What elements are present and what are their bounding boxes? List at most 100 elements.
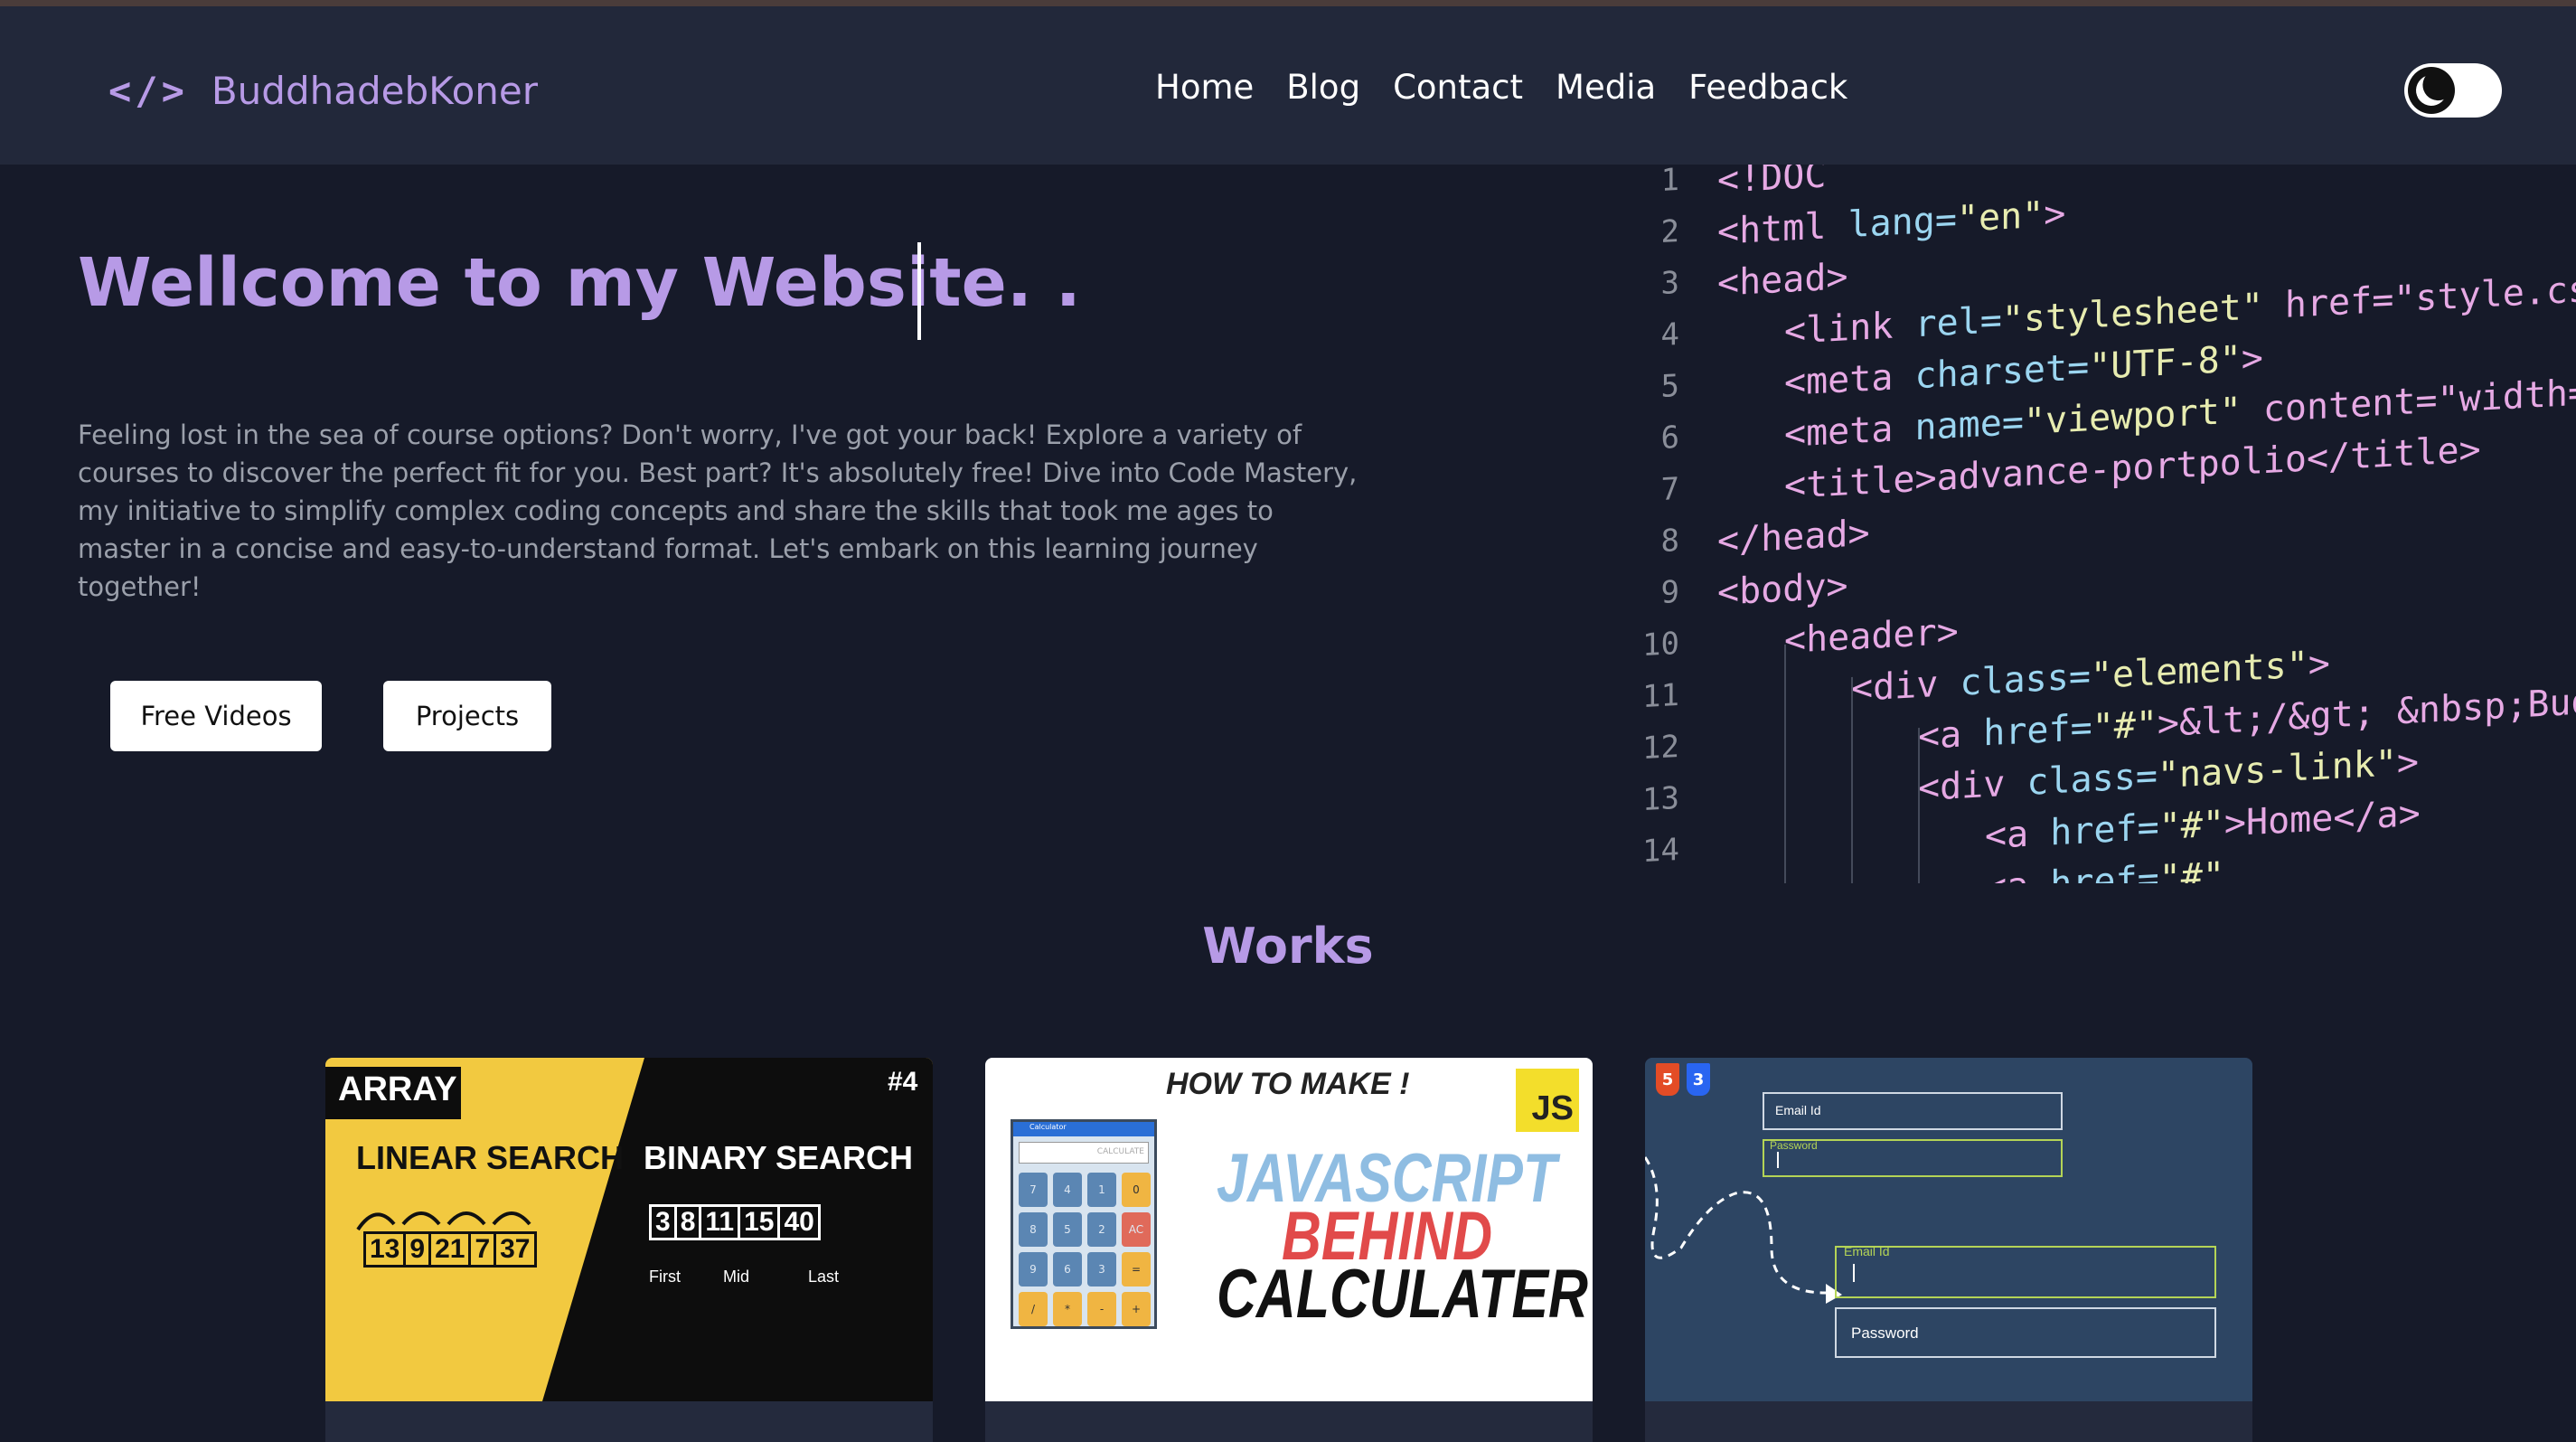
work-card-login-form[interactable]: 5 3 Email Id Password Email Id Password — [1645, 1058, 2252, 1442]
code-text: <header> — [1784, 611, 1959, 662]
calculator-keys: 7 4 1 0 8 5 2 AC 9 6 3 = / * - + — [1019, 1173, 1151, 1326]
calc-key: 4 — [1053, 1173, 1082, 1207]
js-logo-icon: JS — [1516, 1069, 1579, 1132]
linear-search-label: LINEAR SEARCH — [356, 1139, 625, 1176]
work-card-js-calculator[interactable]: HOW TO MAKE ! JS JAVASCRIPT BEHIND CALCU… — [985, 1058, 1593, 1442]
code-token-tag: <a — [1985, 863, 2050, 883]
how-to-make-text: HOW TO MAKE ! — [1166, 1067, 1410, 1101]
calculator-image: Calculator CALCULATE 7 4 1 0 8 5 2 AC 9 … — [1011, 1119, 1157, 1329]
email-field-1: Email Id — [1763, 1092, 2063, 1130]
line-number: 1 — [1660, 165, 1679, 200]
calc-key: 8 — [1019, 1212, 1048, 1247]
nav-blog[interactable]: Blog — [1286, 68, 1360, 107]
code-token-tag: <body> — [1717, 565, 1848, 614]
code-token-val: "viewport" — [2023, 390, 2242, 443]
logo-text: BuddhadebKoner — [211, 68, 539, 113]
line-number: 6 — [1660, 419, 1679, 457]
array-cell: 11 — [699, 1204, 741, 1240]
line-number: 7 — [1660, 470, 1679, 509]
code-token-attr: rel= — [1914, 299, 2002, 346]
email-label-1: Email Id — [1775, 1103, 1821, 1117]
binary-array: 3 8 11 15 40 — [649, 1204, 821, 1240]
password-label-2: Password — [1851, 1324, 1919, 1342]
code-token-rest: > — [2044, 193, 2066, 236]
typing-cursor — [917, 242, 921, 340]
line-number: 12 — [1642, 728, 1679, 768]
line-number: 11 — [1642, 676, 1679, 716]
top-border — [0, 0, 2576, 6]
code-token-tag: <a — [1985, 812, 2051, 858]
code-token-tag: <div — [1851, 662, 1960, 711]
nav-home[interactable]: Home — [1155, 68, 1254, 107]
code-token-rest: href="style.css"> — [2284, 265, 2576, 326]
code-text: <html lang="en"> — [1717, 193, 2065, 253]
free-videos-button[interactable]: Free Videos — [110, 681, 322, 751]
mid-label: Mid — [723, 1268, 750, 1286]
linear-arrows-icon — [356, 1211, 531, 1231]
email-label-2: Email Id — [1844, 1244, 1890, 1258]
code-token-attr: lang= — [1847, 198, 1957, 247]
calc-key: 9 — [1019, 1252, 1048, 1286]
line-number: 13 — [1642, 779, 1679, 819]
code-token-attr: class= — [2026, 755, 2158, 804]
text-caret — [1853, 1264, 1855, 1282]
line-number: 5 — [1660, 367, 1679, 406]
password-field-2: Password — [1835, 1307, 2216, 1358]
code-token-tag: <div — [1918, 761, 2027, 810]
line-number: 8 — [1660, 522, 1679, 561]
toggle-knob — [2408, 67, 2455, 114]
code-text: <head> — [1717, 256, 1848, 305]
code-token-val: "#" — [2158, 854, 2224, 883]
last-label: Last — [808, 1268, 840, 1286]
code-token-rest: content="width=dev — [2262, 368, 2576, 431]
hero-title: Wellcome to my Website. . — [78, 244, 1081, 322]
code-text: <a href="#" — [1985, 854, 2224, 883]
code-text: </head> — [1717, 513, 1870, 562]
work-card-array-search[interactable]: ARRAY #4 LINEAR SEARCH BINARY SEARCH 13 … — [325, 1058, 933, 1442]
css3-icon: 3 — [1687, 1063, 1710, 1096]
line-number: 2 — [1660, 212, 1679, 251]
line-number: 10 — [1642, 625, 1679, 664]
calc-key: 2 — [1087, 1212, 1116, 1247]
code-token-tag: <link — [1784, 304, 1915, 353]
calculator-screen-text: CALCULATE — [1096, 1147, 1144, 1156]
code-token-attr: href= — [2050, 858, 2159, 883]
code-token-tag: <meta — [1784, 407, 1915, 456]
nav-media[interactable]: Media — [1556, 68, 1656, 107]
code-token-tag: <title> — [1784, 457, 1937, 507]
card-thumbnail: HOW TO MAKE ! JS JAVASCRIPT BEHIND CALCU… — [985, 1058, 1593, 1401]
theme-toggle[interactable] — [2404, 63, 2502, 118]
logo[interactable]: </> BuddhadebKoner — [108, 59, 538, 122]
code-token-tag: </head> — [1717, 512, 1870, 562]
code-token-attr: href= — [2050, 806, 2159, 854]
code-token-rest: > — [2308, 643, 2330, 686]
projects-button[interactable]: Projects — [383, 681, 551, 751]
card-thumbnail: 5 3 Email Id Password Email Id Password — [1645, 1058, 2252, 1401]
calc-key: * — [1053, 1292, 1082, 1326]
nav-feedback[interactable]: Feedback — [1688, 68, 1847, 107]
email-field-2: Email Id — [1835, 1244, 2216, 1298]
line-number: 3 — [1660, 264, 1679, 303]
code-image: 1 <!DOC 2 <html lang="en"> 3 <head> 4 <link rel… — [1627, 165, 2576, 883]
calculator-screen: CALCULATE — [1019, 1142, 1149, 1164]
calc-key: 1 — [1087, 1173, 1116, 1207]
code-token-val: "navs-link" — [2157, 742, 2397, 797]
calc-key: AC — [1122, 1212, 1151, 1247]
calc-key: 7 — [1019, 1173, 1048, 1207]
calc-key: = — [1122, 1252, 1151, 1286]
code-text: <a href="#">Home</a> — [1985, 793, 2421, 857]
first-label: First — [649, 1268, 681, 1286]
line-number: 14 — [1642, 831, 1679, 871]
site-header: </> BuddhadebKoner Home Blog Contact Med… — [0, 6, 2576, 165]
html5-icon: 5 — [1656, 1063, 1679, 1096]
nav-contact[interactable]: Contact — [1393, 68, 1523, 107]
code-token-tag: <head> — [1717, 256, 1848, 305]
code-token-attr: href= — [1983, 707, 2092, 755]
indent-guide — [1918, 728, 1920, 883]
calculator-title: Calculator — [1029, 1123, 1067, 1131]
episode-number: #4 — [888, 1067, 918, 1097]
binary-search-label: BINARY SEARCH — [644, 1139, 914, 1176]
code-token-tag: <html — [1717, 204, 1848, 253]
calc-key: + — [1122, 1292, 1151, 1326]
calc-key: / — [1019, 1292, 1048, 1326]
